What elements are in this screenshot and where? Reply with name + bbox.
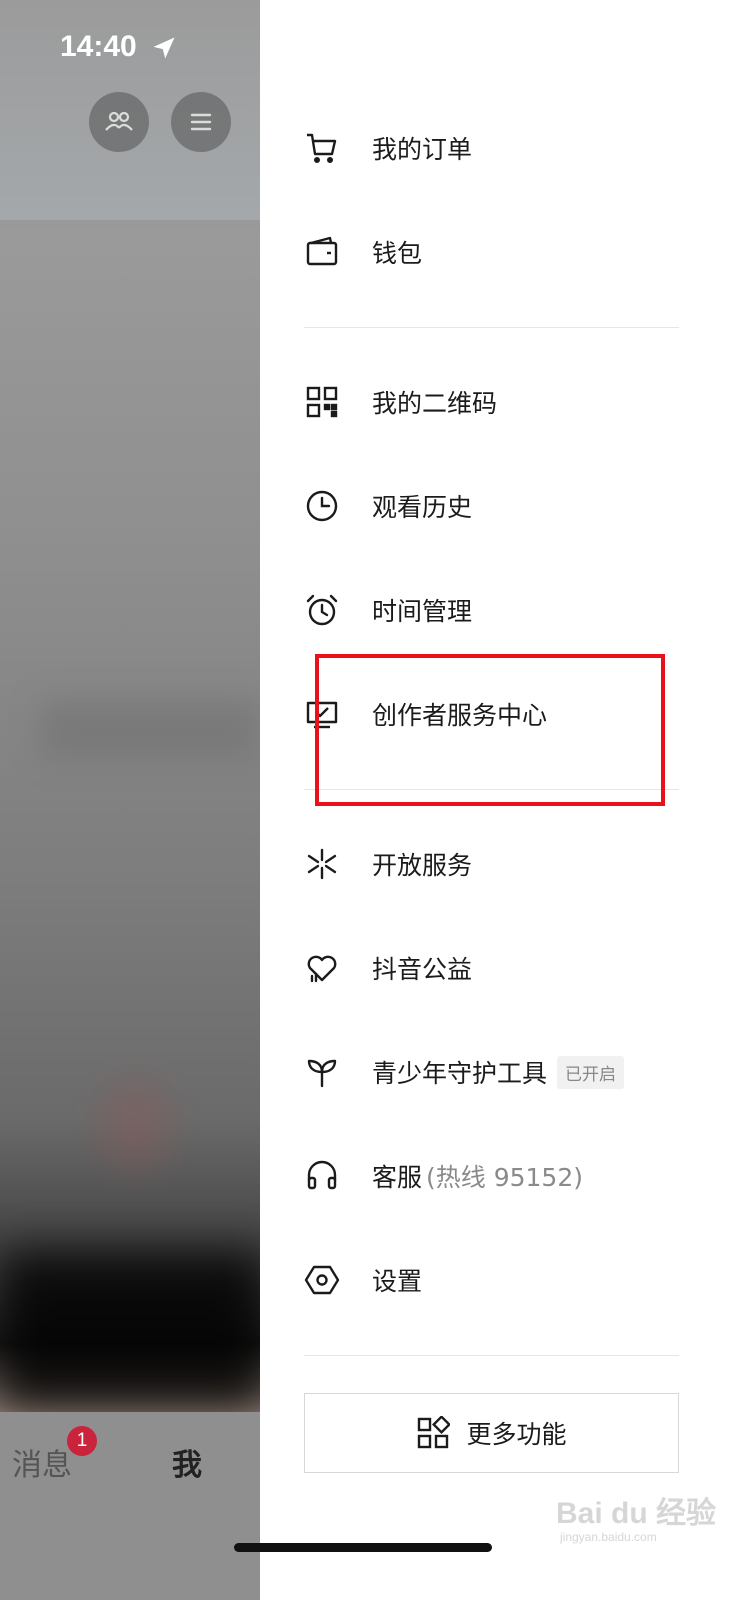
cart-icon <box>304 130 340 166</box>
more-features-button[interactable]: 更多功能 <box>304 1393 679 1473</box>
watermark-sub: jingyan.baidu.com <box>560 1530 657 1544</box>
menu-item-youth-guard[interactable]: 青少年守护工具 已开启 <box>304 1042 625 1102</box>
status-tag: 已开启 <box>557 1055 625 1089</box>
location-arrow-icon <box>153 37 175 59</box>
menu-button[interactable] <box>171 92 231 152</box>
menu-item-label: 观看历史 <box>372 493 473 522</box>
divider <box>304 327 679 328</box>
tab-me[interactable]: 我 <box>172 1440 202 1484</box>
friends-icon <box>105 111 133 131</box>
menu-item-label: 开放服务 <box>372 851 473 880</box>
menu-icon <box>190 113 212 131</box>
menu-item-orders[interactable]: 我的订单 <box>304 118 472 178</box>
friends-button[interactable] <box>89 92 149 152</box>
highlight-box <box>315 654 665 806</box>
menu-item-time-management[interactable]: 时间管理 <box>304 580 472 640</box>
wallet-icon <box>304 234 340 270</box>
menu-item-label: 客服 <box>372 1163 423 1192</box>
sprout-icon <box>304 1054 340 1090</box>
message-badge: 1 <box>67 1426 97 1456</box>
menu-item-qrcode[interactable]: 我的二维码 <box>304 372 497 432</box>
home-indicator <box>234 1543 492 1552</box>
menu-item-customer-service[interactable]: 客服 (热线 95152) <box>304 1146 583 1206</box>
clock-icon <box>304 488 340 524</box>
qrcode-icon <box>304 384 340 420</box>
menu-item-open-services[interactable]: 开放服务 <box>304 834 472 894</box>
menu-item-label: 我的订单 <box>372 135 473 164</box>
heart-hands-icon <box>304 950 340 986</box>
hotline-text: (热线 95152) <box>426 1163 583 1192</box>
menu-item-label: 青少年守护工具 <box>372 1059 548 1088</box>
menu-item-charity[interactable]: 抖音公益 <box>304 938 472 998</box>
watermark: Bai du 经验 <box>556 1497 717 1530</box>
menu-item-label: 钱包 <box>372 239 423 268</box>
status-time: 14:40 <box>60 30 137 63</box>
menu-item-settings[interactable]: 设置 <box>304 1250 422 1310</box>
menu-item-label: 时间管理 <box>372 597 473 626</box>
alarm-icon <box>304 592 340 628</box>
menu-item-label: 抖音公益 <box>372 955 473 984</box>
menu-item-history[interactable]: 观看历史 <box>304 476 472 536</box>
menu-item-label: 设置 <box>372 1267 423 1296</box>
blurred-background <box>0 0 266 1600</box>
menu-item-label: 我的二维码 <box>372 389 498 418</box>
menu-item-wallet[interactable]: 钱包 <box>304 222 422 282</box>
divider <box>304 1355 679 1356</box>
more-features-label: 更多功能 <box>466 1420 567 1449</box>
hexagon-gear-icon <box>304 1262 340 1298</box>
tab-messages[interactable]: 消息 <box>12 1440 72 1484</box>
apps-icon <box>418 1416 451 1449</box>
headset-icon <box>304 1158 340 1194</box>
spark-icon <box>304 846 340 882</box>
